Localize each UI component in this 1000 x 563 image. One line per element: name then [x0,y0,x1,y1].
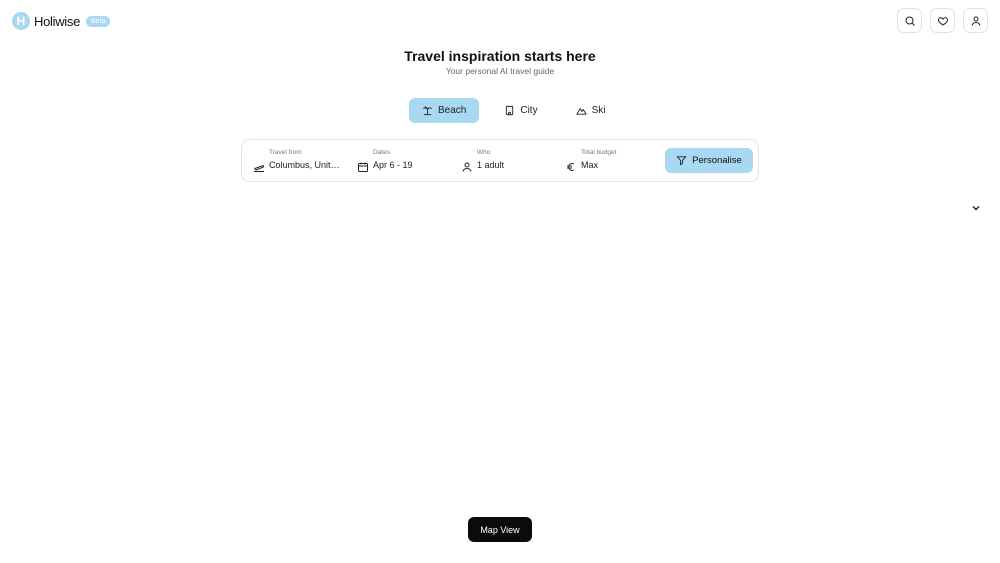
tab-beach-label: Beach [438,105,467,116]
logo-mark: H [12,12,30,30]
building-icon [506,105,514,116]
user-icon [971,16,980,26]
travel-from-field[interactable]: Travel from Columbus, United States [253,149,349,175]
dates-field[interactable]: Dates Apr 6 - 19 [357,149,447,175]
mountain-icon [575,107,587,115]
tab-city-label: City [520,105,538,116]
personalise-label: Personalise [692,155,742,166]
search-panel: Travel from Columbus, United States Date… [241,139,759,182]
plane-takeoff-icon [254,164,265,172]
search-button[interactable] [897,8,922,33]
beta-badge: Beta [86,15,111,27]
palm-tree-icon [423,106,432,116]
heart-icon [937,16,948,26]
tab-city[interactable]: City [491,98,550,123]
travel-from-label: Travel from [269,149,302,156]
who-field[interactable]: Who 1 adult [461,149,551,175]
tab-ski[interactable]: Ski [563,98,619,123]
tab-ski-label: Ski [591,105,606,116]
budget-value: Max [581,160,599,170]
favorites-button[interactable] [930,8,955,33]
header-actions [897,8,988,33]
dates-label: Dates [373,149,390,156]
personalise-button[interactable]: Personalise [665,148,753,173]
brand-name: Holiwise [34,13,81,29]
map-view-button[interactable]: Map View [468,517,532,542]
budget-label: Total budget [581,149,617,156]
who-label: Who [477,149,491,156]
filter-icon [676,156,687,166]
user-icon [462,162,472,172]
account-button[interactable] [963,8,988,33]
budget-field[interactable]: Total budget Max [565,149,655,175]
calendar-icon [358,162,368,172]
tab-beach[interactable]: Beach [409,98,480,123]
who-value: 1 adult [477,160,505,170]
page-title: Travel inspiration starts here [404,48,596,64]
category-tabs: Beach City Ski [409,98,619,123]
brand-logo[interactable]: H Holiwise Beta [12,12,111,30]
page-subtitle: Your personal AI travel guide [445,66,555,76]
travel-from-value: Columbus, United States [269,160,343,170]
dates-value: Apr 6 - 19 [373,160,413,170]
search-icon [905,16,915,26]
chevron-down-icon[interactable] [970,202,982,214]
map-view-label: Map View [480,524,520,535]
euro-icon [567,163,575,171]
